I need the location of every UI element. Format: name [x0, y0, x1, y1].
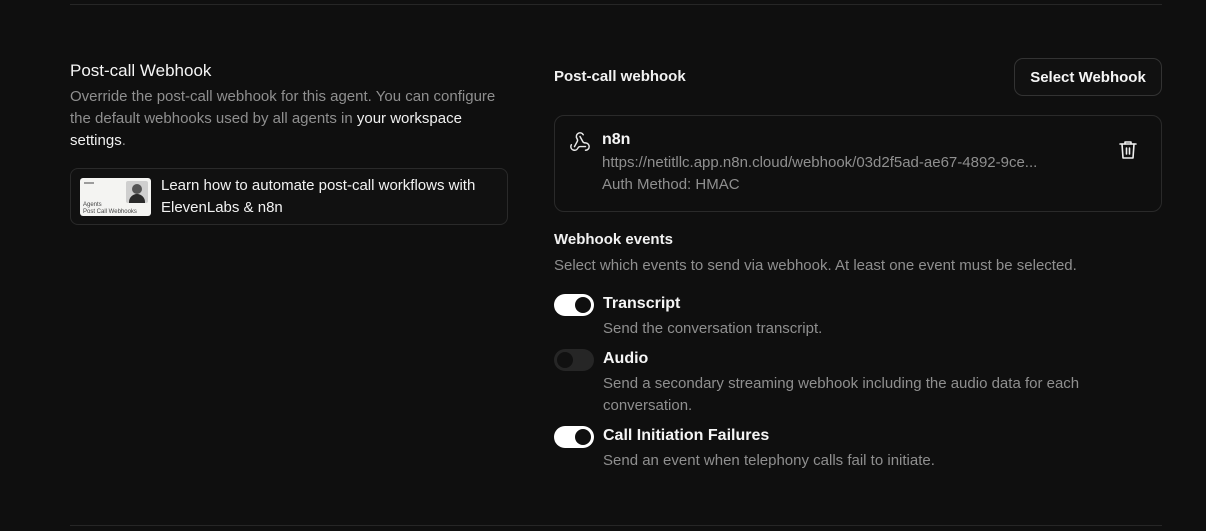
webhook-events-description: Select which events to send via webhook.… — [554, 257, 1077, 274]
webhook-card: n8n https://netitllc.app.n8n.cloud/webho… — [554, 115, 1162, 212]
thumbnail-title: Agents — [83, 202, 102, 208]
toggle-knob — [557, 352, 573, 368]
section-description: Override the post-call webhook for this … — [70, 86, 510, 152]
trash-icon[interactable] — [1119, 140, 1137, 160]
thumbnail-subtitle: Post Call Webhooks — [83, 209, 137, 215]
event-description: Send an event when telephony calls fail … — [603, 452, 935, 469]
call-initiation-failures-toggle[interactable] — [554, 426, 594, 448]
post-call-webhook-section: Post-call Webhook Override the post-call… — [70, 60, 510, 225]
event-description: Send a secondary streaming webhook inclu… — [603, 375, 1080, 414]
webhook-events-title: Webhook events — [554, 231, 673, 248]
webhook-icon — [570, 132, 590, 151]
learn-card[interactable]: Agents Post Call Webhooks Learn how to a… — [70, 168, 508, 225]
event-name: Call Initiation Failures — [603, 427, 770, 444]
webhook-url: https://netitllc.app.n8n.cloud/webhook/0… — [602, 154, 1038, 171]
learn-card-text: Learn how to automate post-call workflow… — [161, 177, 476, 216]
toggle-knob — [575, 429, 591, 445]
webhook-name: n8n — [602, 131, 631, 148]
section-title: Post-call Webhook — [70, 61, 212, 80]
select-webhook-button[interactable]: Select Webhook — [1014, 58, 1162, 96]
transcript-toggle[interactable] — [554, 294, 594, 316]
top-divider — [70, 4, 1162, 5]
event-description: Send the conversation transcript. — [603, 320, 823, 337]
event-name: Audio — [603, 350, 649, 367]
webhook-auth-method: Auth Method: HMAC — [602, 176, 740, 193]
thumbnail-logo-mark — [84, 182, 94, 184]
toggle-knob — [575, 297, 591, 313]
event-name: Transcript — [603, 295, 681, 312]
bottom-divider — [70, 525, 1162, 526]
description-suffix: . — [121, 132, 126, 149]
presenter-avatar — [126, 181, 148, 203]
video-thumbnail: Agents Post Call Webhooks — [80, 178, 151, 216]
webhook-label: Post-call webhook — [554, 68, 686, 85]
audio-toggle[interactable] — [554, 349, 594, 371]
